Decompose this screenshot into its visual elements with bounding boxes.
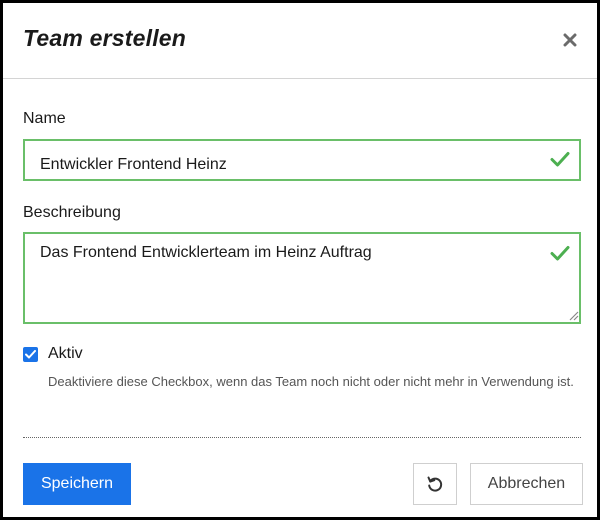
- reset-icon: [427, 476, 443, 492]
- close-icon: [563, 33, 577, 47]
- description-label: Beschreibung: [23, 204, 121, 221]
- name-input[interactable]: [23, 139, 581, 181]
- save-button[interactable]: Speichern: [23, 463, 131, 505]
- active-label: Aktiv: [48, 345, 83, 362]
- active-checkbox[interactable]: [23, 347, 38, 362]
- checkmark-icon: [25, 350, 36, 359]
- description-textarea[interactable]: Das Frontend Entwicklerteam im Heinz Auf…: [23, 232, 581, 324]
- description-valid-check-icon: [550, 246, 570, 261]
- cancel-button[interactable]: Abbrechen: [470, 463, 583, 505]
- active-help-text: Deaktiviere diese Checkbox, wenn das Tea…: [48, 374, 574, 389]
- name-label: Name: [23, 110, 66, 127]
- dialog-header: Team erstellen: [3, 3, 597, 79]
- close-button[interactable]: [559, 29, 581, 51]
- footer-divider: [23, 437, 581, 438]
- reset-button[interactable]: [413, 463, 457, 505]
- create-team-dialog: Team erstellen Name Beschreibung Das Fro…: [0, 0, 600, 520]
- resize-grip-icon[interactable]: [569, 311, 579, 321]
- name-valid-check-icon: [550, 152, 570, 167]
- dialog-title: Team erstellen: [23, 25, 187, 51]
